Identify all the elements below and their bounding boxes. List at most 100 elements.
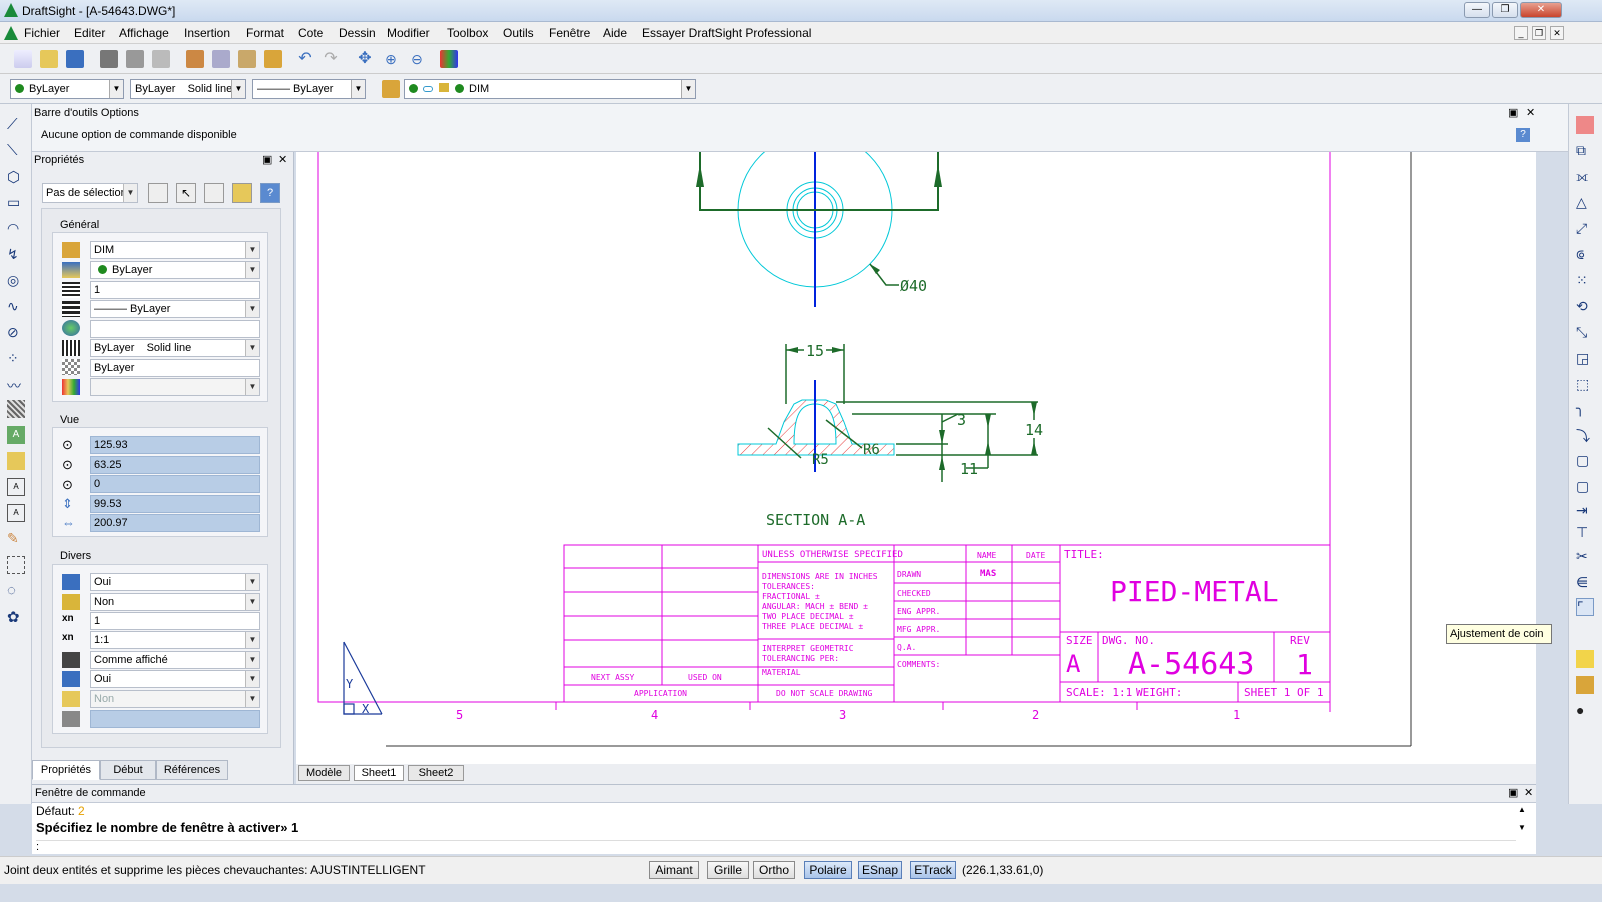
mirror2-icon[interactable]: △ (1576, 194, 1594, 212)
circle-icon[interactable]: ◎ (7, 272, 25, 290)
tab-sheet2[interactable]: Sheet2 (408, 765, 464, 781)
linestyle-combo[interactable]: ByLayer Solid line ▼ (130, 79, 246, 99)
rectangle-icon[interactable]: ▭ (7, 194, 25, 212)
center-y-field[interactable]: 63.25 (90, 456, 260, 474)
layer-combo[interactable]: DIM ▼ (404, 79, 696, 99)
polygon-icon[interactable]: ⬡ (7, 168, 25, 186)
note-icon[interactable]: A (7, 478, 25, 496)
explode-icon[interactable] (1576, 650, 1594, 668)
menu-outils[interactable]: Outils (503, 26, 534, 40)
grille-button[interactable]: Grille (707, 861, 749, 879)
offset-icon[interactable]: ⤢ (1576, 220, 1594, 238)
quick-select-icon[interactable] (148, 183, 168, 203)
copy-icon[interactable] (212, 50, 230, 68)
properties-close-button[interactable]: ✕ (278, 153, 287, 166)
bomb-icon[interactable]: ● (1576, 702, 1594, 720)
menu-editer[interactable]: Editer (74, 26, 105, 40)
menu-toolbox[interactable]: Toolbox (447, 26, 488, 40)
redo-icon[interactable]: ↷ (322, 50, 340, 68)
undo-icon[interactable]: ↶ (296, 50, 314, 68)
split-icon[interactable]: ✂ (1576, 548, 1594, 566)
block-insert-icon[interactable]: A (7, 426, 25, 444)
transparency-field[interactable]: ByLayer (90, 359, 260, 377)
chamfer-icon[interactable]: ⋹ (1576, 574, 1594, 592)
trim-icon[interactable]: ⤵ (1576, 426, 1594, 444)
drawing-svg[interactable]: Ø40 15 3 11 14 R5 R6 SECTION A-A UNLESS … (296, 152, 1536, 764)
command-input[interactable]: : (36, 840, 1516, 853)
command-float-button[interactable]: ▣ (1508, 785, 1518, 802)
point-icon[interactable]: ⁘ (7, 350, 25, 368)
zoom-page-icon[interactable] (152, 50, 170, 68)
material-field[interactable]: ▼ (90, 378, 260, 396)
options-float-button[interactable]: ▣ (1508, 106, 1518, 119)
ellipse-arc-icon[interactable]: ⊘ (7, 324, 25, 342)
menu-dessin[interactable]: Dessin (339, 26, 376, 40)
select-entities-icon[interactable]: ↖ (176, 183, 196, 203)
command-scroll-down[interactable]: ▼ (1518, 823, 1526, 832)
command-close-button[interactable]: ✕ (1524, 785, 1533, 802)
scale-icon[interactable]: ◲ (1576, 350, 1594, 368)
cut-icon[interactable] (186, 50, 204, 68)
ucs-viewport-field[interactable]: Oui ▼ (90, 670, 260, 688)
layer-manager-icon[interactable] (440, 50, 458, 68)
polyline-icon[interactable]: ↯ (7, 246, 25, 264)
spline-icon[interactable]: ∿ (7, 298, 25, 316)
linestyle-field[interactable]: ByLayer Solid line ▼ (90, 339, 260, 357)
lineweight-combo[interactable]: ——— ByLayer ▼ (252, 79, 366, 99)
options-close-button[interactable]: ✕ (1526, 106, 1535, 119)
properties-help-icon[interactable]: ? (260, 183, 280, 203)
ucs-icon-field[interactable]: Oui ▼ (90, 573, 260, 591)
annotation-scale-field[interactable]: 1:1 ▼ (90, 631, 260, 649)
pan-icon[interactable]: ✥ (356, 50, 374, 68)
color-combo[interactable]: ByLayer ▼ (10, 79, 124, 99)
aimant-button[interactable]: Aimant (649, 861, 699, 879)
revision-cloud-icon[interactable]: ◌ (7, 582, 25, 600)
freehand-icon[interactable]: 〰 (7, 376, 25, 394)
stretch-icon[interactable]: ⬚ (1576, 376, 1594, 394)
tab-proprietes[interactable]: Propriétés (32, 760, 100, 780)
doc-close-button[interactable]: ✕ (1550, 26, 1564, 40)
esnap-button[interactable]: ESnap (858, 861, 902, 879)
tab-sheet1[interactable]: Sheet1 (354, 765, 404, 781)
extend-icon[interactable]: ▢ (1576, 452, 1594, 470)
menu-format[interactable]: Format (246, 26, 284, 40)
menu-modifier[interactable]: Modifier (387, 26, 430, 40)
print-preview-icon[interactable] (126, 50, 144, 68)
array-icon[interactable]: ⁙ (1576, 272, 1594, 290)
hyperlink-field[interactable] (90, 320, 260, 338)
table-icon[interactable]: ✎ (7, 530, 25, 548)
infinite-line-icon[interactable]: ⟍ (7, 142, 25, 160)
document-icon[interactable] (4, 26, 18, 40)
break-icon[interactable]: ⇥ (1576, 502, 1594, 520)
tab-references[interactable]: Références (156, 760, 228, 780)
layer-tools-icon[interactable] (1576, 676, 1594, 694)
highlight-icon[interactable] (232, 183, 252, 203)
new-file-icon[interactable] (14, 50, 32, 68)
color-field[interactable]: ByLayer ▼ (90, 261, 260, 279)
doc-minimize-button[interactable]: _ (1514, 26, 1528, 40)
edit-length-icon[interactable]: ╮ (1576, 400, 1594, 418)
ortho-button[interactable]: Ortho (753, 861, 795, 879)
corner-trim-icon[interactable]: ⌜ (1576, 598, 1594, 616)
doc-restore-button[interactable]: ❐ (1532, 26, 1546, 40)
tab-debut[interactable]: Début (100, 760, 156, 780)
weld-icon[interactable]: ⊤ (1576, 524, 1594, 542)
ucs-origin-field[interactable]: Non ▼ (90, 593, 260, 611)
view-width-field[interactable]: 200.97 (90, 514, 260, 532)
open-folder-icon[interactable] (40, 50, 58, 68)
options-help-icon[interactable]: ? (1516, 128, 1530, 142)
region-icon[interactable] (7, 556, 25, 574)
erase-icon[interactable] (1576, 116, 1594, 134)
match-properties-icon[interactable] (264, 50, 282, 68)
center-x-field[interactable]: 125.93 (90, 436, 260, 454)
block-icon[interactable] (7, 452, 25, 470)
display-field[interactable]: Comme affiché ▼ (90, 651, 260, 669)
hatch-icon[interactable] (7, 400, 25, 418)
menu-insertion[interactable]: Insertion (184, 26, 230, 40)
menu-aide[interactable]: Aide (603, 26, 627, 40)
tab-modele[interactable]: Modèle (298, 765, 350, 781)
copy-entity-icon[interactable]: ⧉ (1576, 142, 1594, 160)
menu-essayer-professional[interactable]: Essayer DraftSight Professional (642, 26, 811, 40)
selection-combo[interactable]: Pas de sélection ▼ (42, 183, 138, 203)
lineweight-field[interactable]: ——— ByLayer ▼ (90, 300, 260, 318)
